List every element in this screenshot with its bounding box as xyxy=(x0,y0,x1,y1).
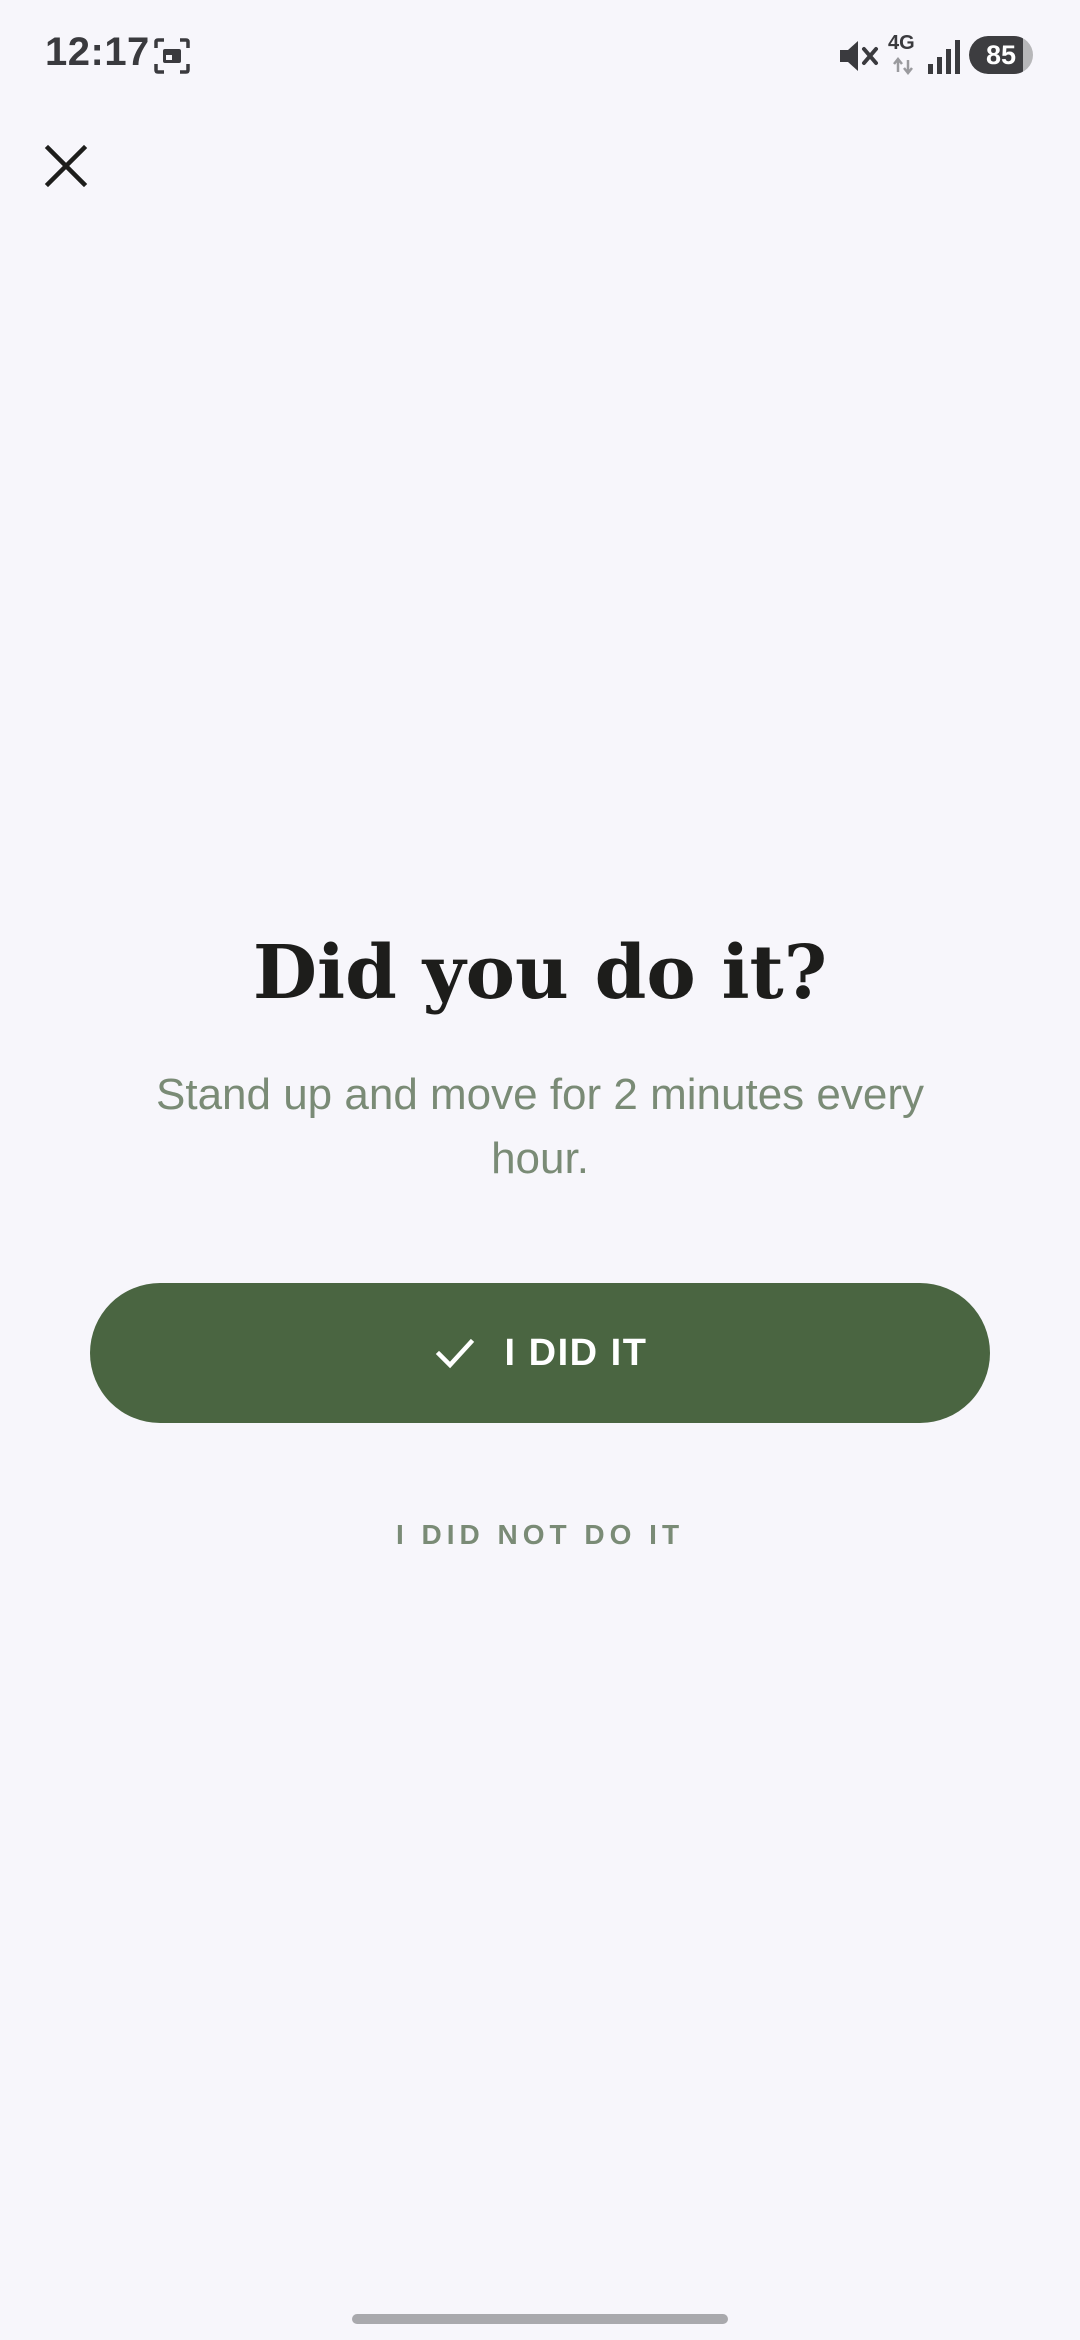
page-title: Did you do it? xyxy=(252,930,828,1016)
i-did-not-do-it-label: I DID NOT DO IT xyxy=(395,1519,685,1550)
screenshot-icon xyxy=(153,37,191,75)
battery-icon: 85 xyxy=(969,36,1033,74)
i-did-it-label: I DID IT xyxy=(504,1331,648,1374)
close-icon xyxy=(44,144,88,188)
i-did-not-do-it-button[interactable]: I DID NOT DO IT xyxy=(340,1500,740,1570)
signal-icon xyxy=(926,36,962,74)
i-did-it-button[interactable]: I DID IT xyxy=(90,1283,990,1423)
status-bar: 12:17 4G 85 xyxy=(0,0,1080,112)
habit-check-screen: 12:17 4G 85 Did you do it? Stand up and … xyxy=(0,0,1080,2340)
habit-description: Stand up and move for 2 minutes every ho… xyxy=(156,1070,924,1183)
gesture-navigation-bar[interactable] xyxy=(352,2314,728,2324)
check-icon xyxy=(435,1338,474,1369)
network-4g-icon: 4G xyxy=(888,32,924,76)
battery-percent: 85 xyxy=(985,40,1017,70)
mute-icon xyxy=(838,36,882,76)
status-time: 12:17 xyxy=(45,30,150,74)
close-button[interactable] xyxy=(36,136,96,196)
